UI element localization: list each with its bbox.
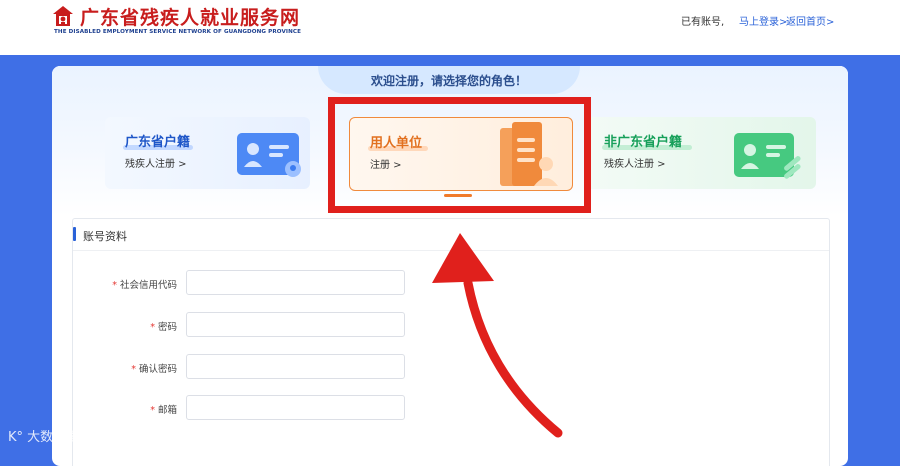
role-card-guangdong-resident[interactable]: 广东省户籍 残疾人注册 > xyxy=(105,117,310,189)
home-link[interactable]: 返回首页> xyxy=(786,13,834,28)
email-input[interactable] xyxy=(186,395,405,420)
site-subtitle: THE DISABLED EMPLOYMENT SERVICE NETWORK … xyxy=(54,29,301,35)
credit-code-input[interactable] xyxy=(186,270,405,295)
section-accent-bar xyxy=(73,227,76,241)
required-asterisk: * xyxy=(112,280,117,291)
id-card-icon xyxy=(734,133,801,179)
password-input[interactable] xyxy=(186,312,405,337)
welcome-text: 欢迎注册，请选择您的角色！ xyxy=(370,74,527,88)
confirm-password-input[interactable] xyxy=(186,354,405,379)
role-register-link[interactable]: 残疾人注册 > xyxy=(125,155,187,170)
watermark-logo-icon: K° xyxy=(8,430,24,445)
role-title: 非广东省户籍 xyxy=(604,135,683,150)
annotation-arrow-icon xyxy=(432,233,563,438)
email-label: * 邮箱 xyxy=(150,405,177,416)
site-title: 广东省残疾人就业服务网 xyxy=(80,7,301,29)
required-asterisk: * xyxy=(150,405,155,416)
role-title: 广东省户籍 xyxy=(125,135,191,150)
required-asterisk: * xyxy=(150,322,155,333)
required-asterisk: * xyxy=(131,364,136,375)
logo-icon xyxy=(53,6,73,26)
has-account-text: 已有账号, xyxy=(681,17,725,28)
watermark: K° 大数跨境 xyxy=(8,430,80,445)
confirm-password-label: * 确认密码 xyxy=(131,364,177,375)
highlight-annotation-box xyxy=(328,97,591,213)
role-card-non-guangdong-resident[interactable]: 非广东省户籍 残疾人注册 > xyxy=(584,117,816,189)
login-link[interactable]: 马上登录> xyxy=(739,13,787,28)
credit-code-label: * 社会信用代码 xyxy=(112,280,177,291)
password-label: * 密码 xyxy=(150,322,177,333)
header: 广东省残疾人就业服务网 THE DISABLED EMPLOYMENT SERV… xyxy=(0,0,900,55)
section-title: 账号资料 xyxy=(83,230,127,243)
id-card-icon xyxy=(237,133,301,177)
role-register-link[interactable]: 残疾人注册 > xyxy=(604,155,666,170)
